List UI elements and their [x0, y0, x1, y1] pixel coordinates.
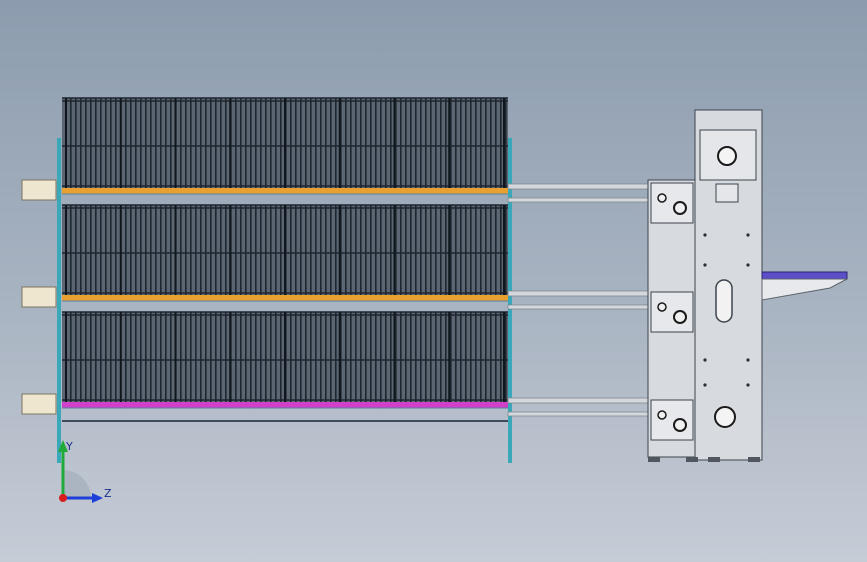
conveyor-rail-upper — [507, 290, 651, 297]
cad-viewport[interactable]: Y Z — [0, 0, 867, 562]
egg-belt — [761, 271, 848, 280]
conveyor-rail-upper — [507, 397, 651, 404]
drive-unit — [647, 109, 848, 462]
leveling-foot — [748, 457, 760, 462]
cage-tier-1 — [21, 97, 508, 201]
main-drive-wheel — [714, 406, 736, 428]
coordinate-triad: Y Z — [58, 440, 112, 503]
housing-bolt — [703, 383, 707, 387]
frame-post — [57, 138, 61, 463]
drive-bracket — [715, 183, 739, 203]
end-motor-box — [21, 179, 57, 201]
drive-sprocket — [673, 418, 687, 432]
cad-model-view[interactable]: Y Z — [0, 0, 867, 562]
drive-idler — [657, 193, 667, 203]
conveyor-rail-lower — [507, 197, 651, 203]
housing-bolt — [703, 233, 707, 237]
cage-tier-2 — [21, 204, 508, 308]
leveling-foot — [648, 457, 660, 462]
end-motor-box — [21, 286, 57, 308]
triad-y-label: Y — [65, 440, 73, 453]
feed-trough — [62, 188, 508, 194]
triad-origin — [59, 494, 67, 502]
housing-bolt — [746, 383, 750, 387]
drive-idler — [657, 410, 667, 420]
housing-bolt — [703, 358, 707, 362]
conveyor-rails — [507, 183, 651, 417]
drive-sprocket — [673, 310, 687, 324]
leveling-foot — [708, 457, 720, 462]
drive-sprocket — [673, 201, 687, 215]
egg-ramp — [761, 278, 848, 301]
inspection-slot — [715, 279, 733, 323]
cage-assembly — [21, 97, 512, 463]
drive-motor-plate — [650, 399, 694, 441]
conveyor-rail-upper — [507, 183, 651, 190]
feed-trough — [62, 402, 508, 408]
feed-trough — [62, 295, 508, 301]
housing-bolt — [746, 358, 750, 362]
housing-bolt — [746, 233, 750, 237]
end-motor-box — [21, 393, 57, 415]
triad-z-arrow — [92, 493, 103, 503]
triad-z-label: Z — [104, 487, 112, 500]
drive-idler — [657, 302, 667, 312]
leveling-foot — [686, 457, 698, 462]
housing-bolt — [746, 263, 750, 267]
drive-motor-plate — [650, 291, 694, 333]
drive-motor-plate — [650, 182, 694, 224]
cage-tier-3 — [21, 311, 508, 415]
conveyor-rail-lower — [507, 304, 651, 310]
housing-bolt — [703, 263, 707, 267]
conveyor-rail-lower — [507, 411, 651, 417]
triad-rotation-arc — [63, 470, 91, 498]
gearbox-shaft — [717, 146, 737, 166]
